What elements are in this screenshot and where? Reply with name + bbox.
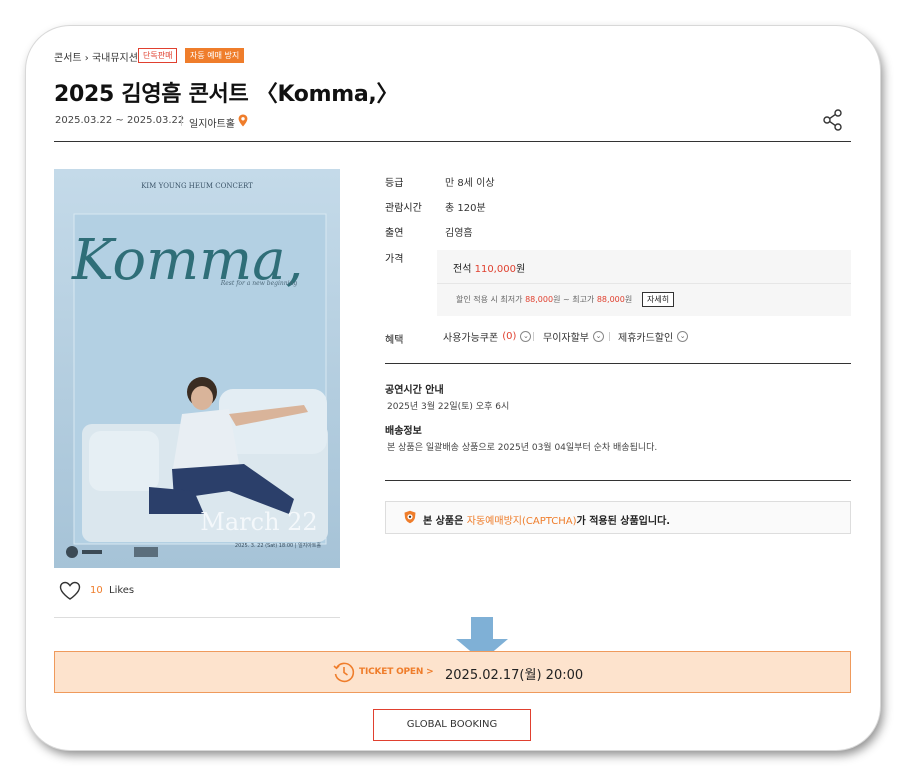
breadcrumb[interactable]: 콘서트 › 국내뮤지션 <box>54 49 138 64</box>
card-label: 제휴카드할인 <box>618 333 674 344</box>
price-unit: 원 <box>515 264 526 275</box>
chevron-down-icon: ⌄ <box>593 331 604 342</box>
divider <box>609 332 610 341</box>
price-amount: 110,000 <box>474 264 516 275</box>
cast-value[interactable]: 김영흠 <box>445 224 473 239</box>
exclusive-badge: 단독판매 <box>138 48 178 63</box>
card-benefit[interactable]: 제휴카드할인 ⌄ <box>618 329 689 344</box>
page-title: 2025 김영흠 콘서트 〈Komma,〉 <box>54 82 399 107</box>
captcha-badge: 자동 예매 방지 <box>185 48 245 63</box>
discount-prefix: 할인 적용 시 최저가 <box>456 295 523 304</box>
notice-divider <box>385 480 851 481</box>
discount-min: 88,000 <box>525 295 554 304</box>
ticket-open-label: TICKET OPEN > <box>359 667 434 677</box>
share-icon[interactable] <box>821 108 845 132</box>
poster-art: KIM YOUNG HEUM CONCERT Komma, Rest for a… <box>54 169 340 568</box>
header-divider <box>54 141 851 142</box>
heart-icon[interactable] <box>59 581 81 601</box>
captcha-suffix: 가 적용된 상품입니다. <box>576 516 671 527</box>
discount-mid: 원 ~ 최고가 <box>553 295 595 304</box>
concert-poster: KIM YOUNG HEUM CONCERT Komma, Rest for a… <box>54 169 340 568</box>
divider <box>533 332 534 341</box>
rating-label: 등급 <box>385 178 404 189</box>
price-detail-button[interactable]: 자세히 <box>642 292 675 307</box>
benefit-label: 혜택 <box>385 335 404 346</box>
show-time-heading: 공연시간 안내 <box>385 385 444 396</box>
page-frame: 콘서트 › 국내뮤지션 단독판매 자동 예매 방지 2025 김영흠 콘서트 〈… <box>26 26 880 750</box>
price-main: 전석 110,000원 <box>453 260 525 275</box>
ticket-open-datetime: 2025.02.17(월) 20:00 <box>445 668 584 683</box>
location-pin-icon[interactable] <box>238 114 248 127</box>
likes-divider <box>54 617 340 618</box>
rating-value: 만 8세 이상 <box>445 178 495 189</box>
like-label: Likes <box>109 585 135 596</box>
captcha-notice-text: 본 상품은 자동예매방지(CAPTCHA)가 적용된 상품입니다. <box>423 512 670 527</box>
venue-link[interactable]: 일지아트홀 <box>189 115 235 130</box>
poster-date-large: March 22 <box>200 508 317 536</box>
captcha-prefix: 본 상품은 <box>423 516 464 527</box>
performance-dates: 2025.03.22 ~ 2025.03.22 <box>55 115 185 126</box>
delivery-heading: 배송정보 <box>385 426 422 437</box>
delivery-text: 본 상품은 일괄배송 상품으로 2025년 03월 04일부터 순차 배송됩니다… <box>387 443 658 453</box>
shield-icon <box>404 510 416 524</box>
coupon-label: 사용가능쿠폰 <box>443 333 499 344</box>
poster-sponsor-logo <box>134 547 158 557</box>
poster-header: KIM YOUNG HEUM CONCERT <box>141 182 253 190</box>
price-seat: 전석 <box>453 264 472 275</box>
coupon-benefit[interactable]: 사용가능쿠폰 (0) ⌄ <box>443 329 532 344</box>
cast-label: 출연 <box>385 228 404 239</box>
installment-benefit[interactable]: 무이자할부 ⌄ <box>543 329 604 344</box>
price-label: 가격 <box>385 254 404 265</box>
discount-max: 88,000 <box>596 295 625 304</box>
runtime-label: 관람시간 <box>385 203 422 214</box>
show-time-text: 2025년 3월 22일(토) 오후 6시 <box>387 402 510 412</box>
divider <box>181 115 182 126</box>
poster-footer-info: 2025. 3. 22 (Sat) 18:00 | 일지아트홀 <box>235 542 322 549</box>
runtime-value: 총 120분 <box>445 203 486 214</box>
installment-label: 무이자할부 <box>543 333 589 344</box>
clock-icon <box>333 662 355 683</box>
poster-logo-text <box>82 550 102 554</box>
info-divider <box>385 363 851 364</box>
chevron-down-icon: ⌄ <box>677 331 689 342</box>
global-booking-button[interactable]: GLOBAL BOOKING <box>373 709 531 741</box>
discount-suffix: 원 <box>624 295 633 304</box>
captcha-highlight: 자동예매방지(CAPTCHA) <box>466 516 577 527</box>
discount-range: 할인 적용 시 최저가 88,000원 ~ 최고가 88,000원 <box>456 294 632 305</box>
poster-logo-mark <box>66 546 78 558</box>
poster-tagline: Rest for a new beginning <box>220 280 298 287</box>
like-count: 10 <box>90 585 103 596</box>
coupon-count: (0) <box>502 331 517 342</box>
price-divider <box>437 283 851 284</box>
chevron-down-icon: ⌄ <box>520 331 532 342</box>
